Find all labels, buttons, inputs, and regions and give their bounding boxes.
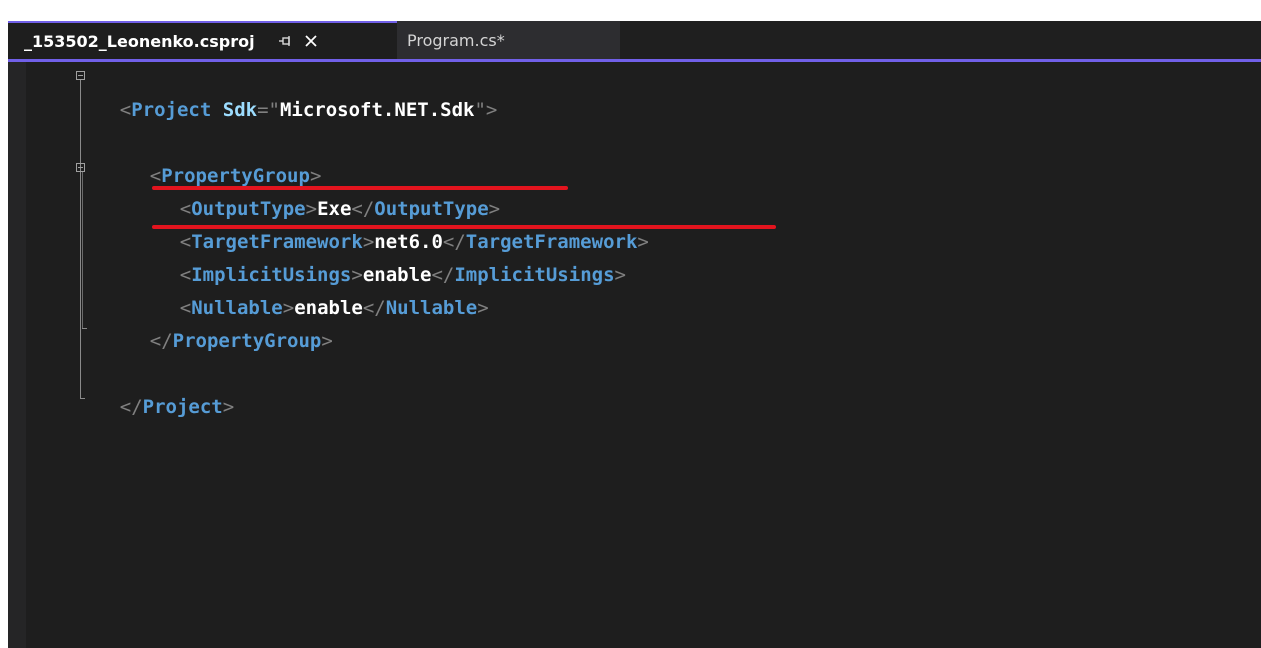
- annotation-underline-outputtype: [152, 186, 568, 190]
- annotation-underline-targetframework: [152, 225, 776, 229]
- code-line-3[interactable]: <PropertyGroup>: [104, 127, 322, 187]
- fold-guide: [82, 172, 83, 328]
- xml-tag: PropertyGroup: [172, 330, 322, 352]
- code-line-8[interactable]: </PropertyGroup>: [104, 292, 333, 352]
- xml-attribute: Sdk: [222, 99, 258, 121]
- attribute-value: Microsoft.NET.Sdk: [279, 99, 475, 121]
- punctuation: >: [614, 264, 626, 286]
- punctuation: </: [149, 330, 173, 352]
- code-line-7[interactable]: <Nullable>enable</Nullable>: [134, 259, 489, 319]
- punctuation: >: [477, 297, 489, 319]
- tab-csproj[interactable]: _153502_Leonenko.csproj: [8, 21, 397, 59]
- code-line-10[interactable]: </Project>: [74, 358, 234, 418]
- collapse-propertygroup-icon[interactable]: [76, 163, 85, 172]
- xml-tag: Project: [131, 99, 212, 121]
- punctuation: </: [119, 396, 143, 418]
- xml-tag: Nullable: [385, 297, 478, 319]
- punctuation: >: [222, 396, 235, 418]
- punctuation: <: [119, 99, 132, 121]
- code-line-5[interactable]: <TargetFramework>net6.0</TargetFramework…: [134, 193, 649, 253]
- punctuation: >: [485, 99, 498, 121]
- punctuation: ": [474, 99, 486, 121]
- xml-tag: Project: [142, 396, 223, 418]
- punctuation: >: [637, 231, 649, 253]
- editor-window: _153502_Leonenko.csproj Program.cs* <Pro…: [8, 21, 1261, 648]
- code-line-6[interactable]: <ImplicitUsings>enable</ImplicitUsings>: [134, 226, 626, 286]
- line-number-gutter: [8, 62, 26, 648]
- punctuation: =: [257, 99, 269, 121]
- punctuation: >: [321, 330, 333, 352]
- tab-program-cs[interactable]: Program.cs*: [397, 21, 620, 59]
- tab-title: _153502_Leonenko.csproj: [24, 31, 255, 51]
- close-icon[interactable]: [303, 33, 319, 49]
- tab-title: Program.cs*: [407, 30, 505, 50]
- document-tab-bar: _153502_Leonenko.csproj Program.cs*: [8, 21, 1261, 59]
- punctuation: ": [268, 99, 280, 121]
- pin-icon[interactable]: [277, 33, 293, 49]
- fold-guide-end: [82, 328, 87, 329]
- punctuation: </: [362, 297, 386, 319]
- code-line-1[interactable]: <Project Sdk="Microsoft.NET.Sdk">: [74, 61, 498, 121]
- outlining-margin: [26, 62, 87, 648]
